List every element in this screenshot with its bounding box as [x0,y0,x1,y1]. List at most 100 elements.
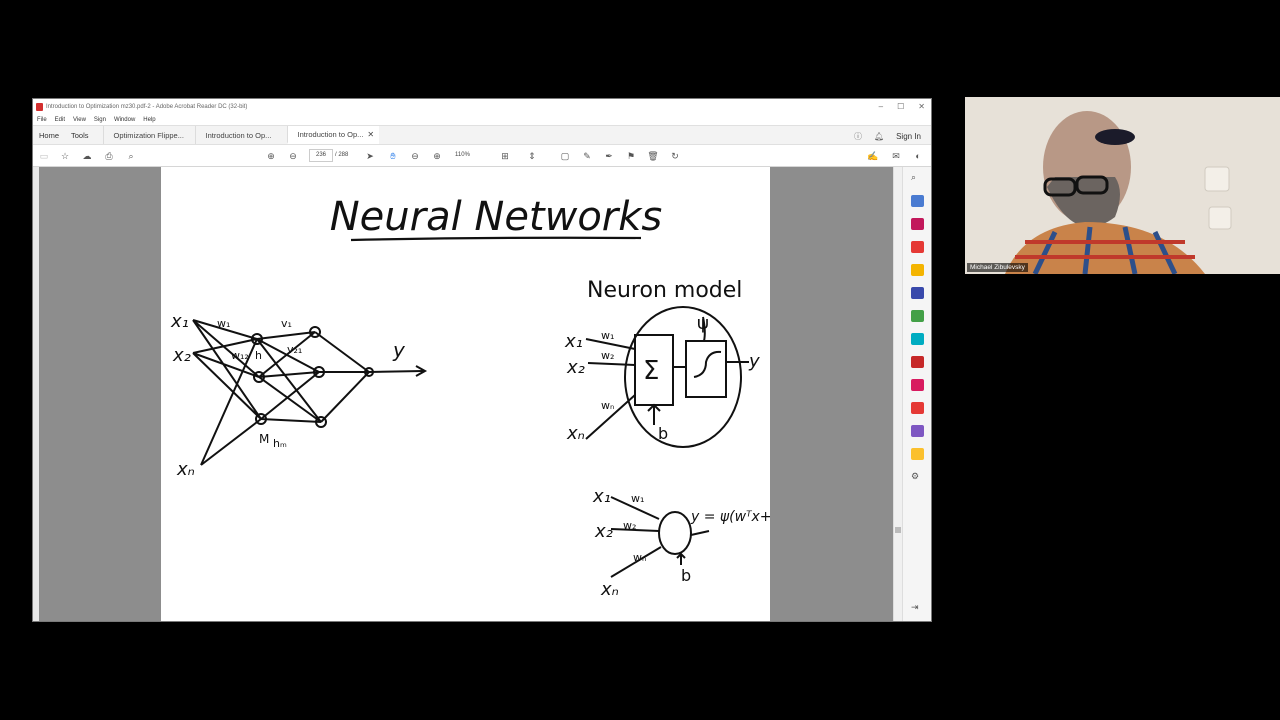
tab-document-2[interactable]: Introduction to Op... [194,126,287,144]
close-tab-icon[interactable]: ✕ [367,130,374,139]
model-weight-w2: w₂ [601,349,614,362]
bottom-input-x1: x₁ [592,486,611,507]
zoom-in-icon[interactable]: ⊕ [430,149,444,163]
bottom-input-xn: xₙ [600,579,619,600]
network-diagram [192,319,428,466]
scrollbar-thumb[interactable] [895,527,901,533]
pdf-app-icon [36,102,43,111]
bottom-weight-wn: wₙ [633,551,646,564]
search-icon[interactable]: ⌕ [124,149,138,163]
upload-cloud-icon[interactable]: ☁ [80,149,94,163]
zoom-search-icon[interactable]: ⌕ [911,172,924,184]
net-weight-v21: v₂₁ [287,343,302,356]
scroll-mode-icon[interactable]: ⇕ [525,149,539,163]
protect-icon[interactable] [911,356,924,368]
fill-form-icon[interactable] [911,379,924,391]
more-tools-icon[interactable]: ⚙ [911,471,924,483]
minimize-button[interactable]: – [879,102,883,111]
window-title: Introduction to Optimization mz30.pdf-2 … [46,103,248,110]
zoom-out-icon[interactable]: ⊖ [408,149,422,163]
page-number-input[interactable]: 236 [309,149,333,162]
rotate-icon[interactable]: ↻ [668,149,682,163]
acrobat-window: Introduction to Optimization mz30.pdf-2 … [32,98,932,622]
tab-bar: Home Tools Optimization Flippe... Introd… [33,125,931,145]
slide-title: Neural Networks [330,194,663,240]
prev-page-icon[interactable]: ⊕ [264,149,278,163]
scan-ocr-icon[interactable] [911,333,924,345]
menu-help[interactable]: Help [143,117,155,123]
slide-drawing: Neural Networks x₁ x₂ xₙ w₁ w₁₂ v₁ v₂₁ h… [170,194,770,600]
save-icon[interactable]: ▭ [37,149,51,163]
tools-side-panel: ⌕ ⚙ ⇥ [902,167,931,621]
net-output-y: y [392,338,406,362]
combine-files-icon[interactable] [911,287,924,299]
pen-icon[interactable]: ✎ [580,149,594,163]
collapse-panel-icon[interactable]: ⇥ [911,602,924,614]
menu-window[interactable]: Window [114,117,135,123]
bottom-weight-w1: w₁ [631,492,644,505]
sign-tool-icon[interactable] [911,425,924,437]
organize-pages-icon[interactable] [911,310,924,322]
maximize-button[interactable]: ☐ [897,102,904,111]
zoom-level-dropdown[interactable]: 110% [455,149,470,162]
net-weight-w1: w₁ [217,317,230,330]
model-input-x1: x₁ [564,331,583,352]
vertical-scrollbar[interactable] [893,167,902,621]
pdf-page: Neural Networks x₁ x₂ xₙ w₁ w₁₂ v₁ v₂₁ h… [161,167,770,621]
fill-sign-icon[interactable]: ✍ [866,149,880,163]
model-bias: b [658,424,668,443]
export-pdf-icon[interactable] [911,195,924,207]
menu-edit[interactable]: Edit [55,117,65,123]
send-review-icon[interactable] [911,448,924,460]
model-input-xn: xₙ [566,423,585,444]
accessibility-icon[interactable]: ◐ [911,149,925,163]
delete-icon[interactable]: 🗑︎ [646,149,660,163]
stamp-icon[interactable]: ⚑ [624,149,638,163]
tab-tools[interactable]: Tools [65,126,103,144]
redact-icon[interactable] [911,402,924,414]
notifications-bell-icon[interactable]: 🔔︎ [874,132,884,141]
bottom-bias: b [681,566,691,585]
page-total: / 288 [335,152,349,158]
email-icon[interactable]: ✉ [889,149,903,163]
net-input-x2: x₂ [172,345,191,366]
menu-file[interactable]: File [37,117,47,123]
toolbar: ▭ ☆ ☁ ⎙ ⌕ ⊕ ⊖ 236 / 288 ➤ ✋︎ ⊖ ⊕ 110% ⊞ … [33,145,931,167]
select-cursor-icon[interactable]: ➤ [363,149,377,163]
comment-tool-icon[interactable] [911,264,924,276]
create-pdf-icon[interactable] [911,218,924,230]
net-hidden-h: h [255,349,262,362]
sign-in-button[interactable]: Sign In [896,132,921,141]
bottom-weight-w2: w₂ [623,519,636,532]
left-panel-rail[interactable] [33,167,39,621]
menu-view[interactable]: View [73,117,86,123]
document-area[interactable]: Neural Networks x₁ x₂ xₙ w₁ w₁₂ v₁ v₂₁ h… [33,167,893,621]
hand-tool-icon[interactable]: ✋︎ [386,149,400,163]
net-weight-w12: w₁₂ [231,349,249,362]
comment-icon[interactable]: ▢ [558,149,572,163]
neuron-model-label: Neuron model [587,278,742,303]
net-hidden-M: M [259,432,269,446]
help-icon[interactable]: ⓘ [854,131,862,142]
close-window-button[interactable]: ✕ [918,102,925,111]
neuron-formula: y = ψ(wᵀx+b) [690,509,770,525]
model-weight-w1: w₁ [601,329,614,342]
model-input-x2: x₂ [566,357,585,378]
fit-page-icon[interactable]: ⊞ [498,149,512,163]
tab-home[interactable]: Home [33,126,65,144]
print-icon[interactable]: ⎙ [102,149,116,163]
next-page-icon[interactable]: ⊖ [286,149,300,163]
tab-document-1[interactable]: Optimization Flippe... [102,126,195,144]
participant-name: Michael Zibulevsky [967,263,1028,272]
model-output-y: y [748,351,760,372]
edit-pdf-icon[interactable] [911,241,924,253]
bookmark-star-icon[interactable]: ☆ [58,149,72,163]
title-bar: Introduction to Optimization mz30.pdf-2 … [33,99,931,114]
menu-sign[interactable]: Sign [94,117,106,123]
net-input-x1: x₁ [170,311,189,332]
net-input-xn: xₙ [176,459,195,480]
webcam-video [965,97,1280,274]
activation-psi: ψ [697,313,709,334]
sign-pen-icon[interactable]: ✒ [602,149,616,163]
tab-document-3[interactable]: Introduction to Op... ✕ [286,126,379,144]
